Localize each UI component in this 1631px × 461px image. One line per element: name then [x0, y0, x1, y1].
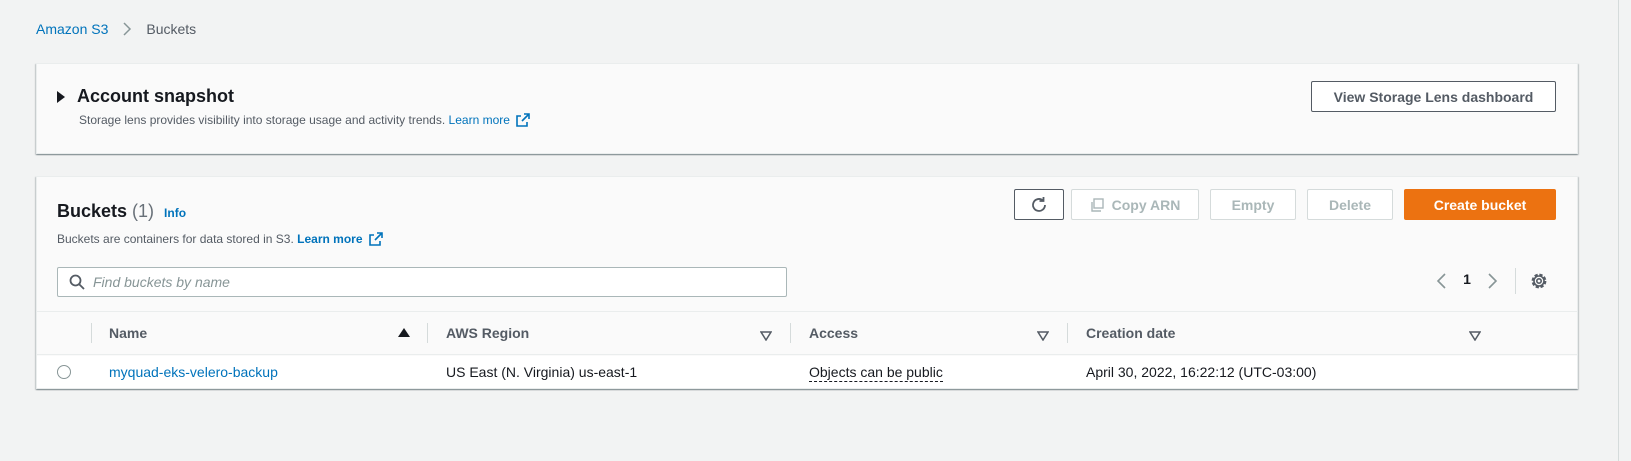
pagination-divider	[1515, 268, 1516, 294]
sort-descending-icon[interactable]	[759, 328, 773, 342]
buckets-info-link[interactable]: Info	[164, 206, 186, 220]
refresh-button[interactable]	[1014, 189, 1064, 220]
breadcrumb-current: Buckets	[146, 21, 197, 37]
bucket-name-link[interactable]: myquad-eks-velero-backup	[109, 364, 278, 380]
column-header-name[interactable]: Name	[109, 312, 147, 354]
buckets-description-text: Buckets are containers for data stored i…	[57, 232, 294, 246]
pagination-previous-icon[interactable]	[1434, 271, 1450, 291]
gear-icon[interactable]	[1529, 271, 1549, 291]
buckets-table-header: Name AWS Region Access Creation date	[37, 311, 1577, 355]
buckets-count: (1)	[132, 201, 155, 221]
external-link-icon[interactable]	[516, 113, 530, 127]
table-row[interactable]: myquad-eks-velero-backup US East (N. Vir…	[37, 356, 1577, 388]
buckets-panel: Buckets (1) Info Buckets are containers …	[36, 176, 1578, 389]
delete-button[interactable]: Delete	[1307, 189, 1393, 220]
column-header-creation-date[interactable]: Creation date	[1086, 312, 1175, 354]
column-header-region-label: AWS Region	[446, 325, 530, 341]
copy-icon	[1090, 197, 1104, 212]
empty-button[interactable]: Empty	[1210, 189, 1296, 220]
account-snapshot-title: Account snapshot	[77, 86, 235, 106]
account-snapshot-description: Storage lens provides visibility into st…	[79, 113, 530, 127]
search-icon	[69, 274, 85, 290]
breadcrumb: Amazon S3 Buckets	[36, 19, 196, 39]
buckets-header: Buckets (1) Info	[57, 201, 186, 222]
breadcrumb-amazon-s3-link[interactable]: Amazon S3	[36, 21, 108, 37]
column-divider	[1067, 323, 1068, 343]
bucket-creation-date: April 30, 2022, 16:22:12 (UTC-03:00)	[1086, 364, 1317, 380]
account-snapshot-toggle[interactable]: Account snapshot	[57, 86, 234, 107]
copy-arn-label: Copy ARN	[1111, 196, 1181, 213]
column-divider	[91, 323, 92, 343]
column-header-region[interactable]: AWS Region	[446, 312, 529, 354]
sort-descending-icon[interactable]	[1468, 328, 1482, 342]
copy-arn-button[interactable]: Copy ARN	[1071, 189, 1199, 220]
column-header-creation-date-label: Creation date	[1086, 325, 1176, 341]
view-storage-lens-dashboard-button[interactable]: View Storage Lens dashboard	[1311, 81, 1556, 112]
bucket-search	[57, 267, 787, 297]
bucket-access-status[interactable]: Objects can be public	[809, 364, 943, 382]
column-divider	[427, 323, 428, 343]
refresh-icon	[1030, 196, 1048, 214]
buckets-title: Buckets	[57, 201, 128, 221]
caret-right-icon	[57, 90, 65, 103]
pagination-page-number[interactable]: 1	[1457, 271, 1477, 287]
bucket-region: US East (N. Virginia) us-east-1	[446, 364, 638, 380]
chevron-right-icon	[120, 22, 134, 36]
buckets-learn-more-link[interactable]: Learn more	[297, 232, 362, 246]
storage-lens-learn-more-link[interactable]: Learn more	[449, 113, 510, 127]
sort-ascending-icon[interactable]	[398, 328, 410, 337]
account-snapshot-description-text: Storage lens provides visibility into st…	[79, 113, 446, 127]
pagination-next-icon[interactable]	[1484, 271, 1500, 291]
page-scroll-divider	[1618, 0, 1619, 461]
row-select-radio[interactable]	[57, 365, 71, 379]
column-header-access[interactable]: Access	[809, 312, 858, 354]
bucket-search-input[interactable]	[93, 274, 786, 290]
column-divider	[790, 323, 791, 343]
account-snapshot-panel: Account snapshot Storage lens provides v…	[36, 63, 1578, 154]
external-link-icon[interactable]	[368, 232, 383, 246]
column-header-name-label: Name	[109, 325, 148, 341]
create-bucket-button[interactable]: Create bucket	[1404, 189, 1556, 220]
sort-descending-icon[interactable]	[1036, 328, 1050, 342]
buckets-description: Buckets are containers for data stored i…	[57, 232, 383, 246]
column-header-access-label: Access	[809, 325, 859, 341]
